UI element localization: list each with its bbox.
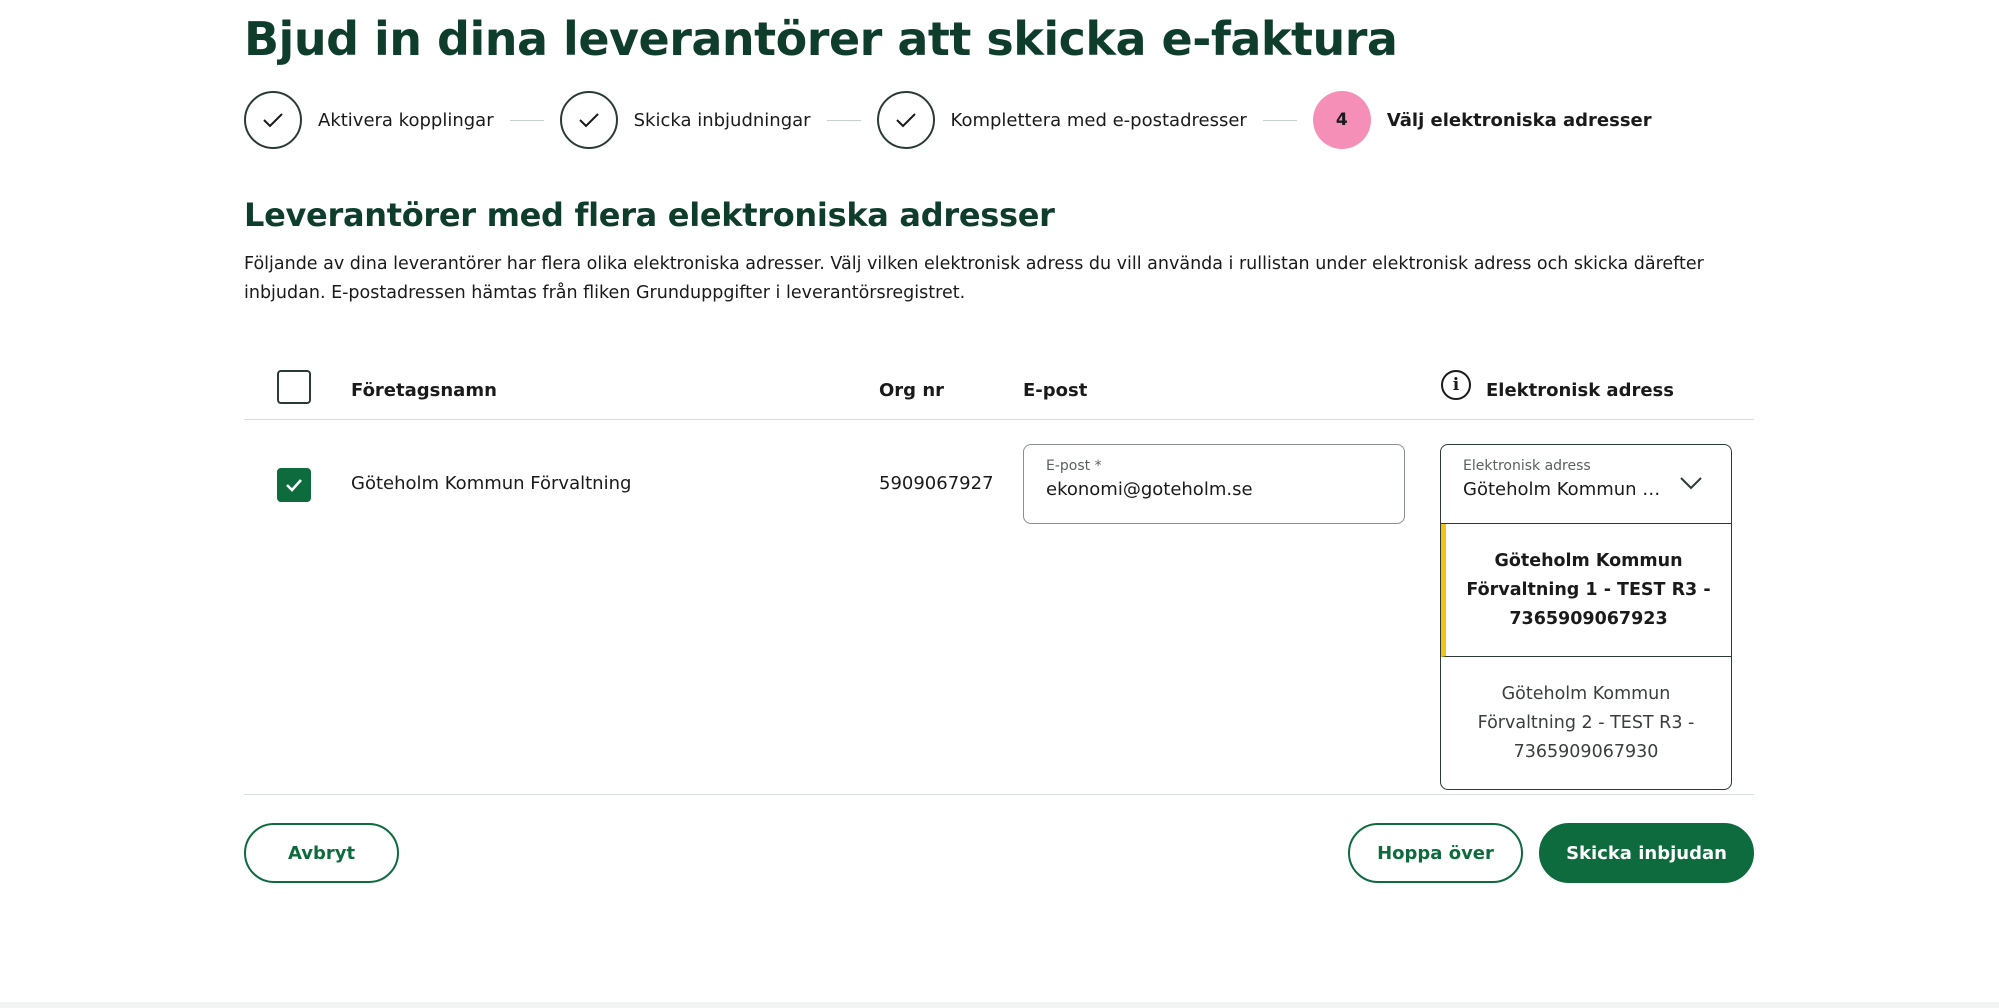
header-eaddress: Elektronisk adress [1486, 380, 1674, 401]
email-field[interactable]: E-post * ekonomi@goteholm.se [1023, 444, 1405, 524]
section-title: Leverantörer med flera elektroniska adre… [244, 196, 1055, 234]
eaddress-option-1[interactable]: Göteholm Kommun Förvaltning 1 - TEST R3 … [1441, 524, 1731, 657]
step-label: Aktivera kopplingar [318, 109, 494, 131]
check-icon [876, 91, 935, 149]
header-company: Företagsnamn [351, 380, 497, 401]
org-number: 5909067927 [879, 473, 994, 494]
section-description: Följande av dina leverantörer har flera … [244, 254, 1704, 303]
table-row: Göteholm Kommun Förvaltning 5909067927 E… [244, 421, 1754, 795]
step-3: Komplettera med e-postadresser [876, 91, 1247, 149]
chevron-down-icon [1680, 477, 1702, 490]
cancel-button[interactable]: Avbryt [244, 823, 399, 883]
header-email: E-post [1023, 380, 1088, 401]
step-1: Aktivera kopplingar [244, 91, 494, 149]
page-title: Bjud in dina leverantörer att skicka e-f… [244, 12, 1398, 66]
header-org: Org nr [879, 380, 945, 401]
email-field-value: ekonomi@goteholm.se [1046, 479, 1253, 500]
step-label: Skicka inbjudningar [633, 109, 811, 131]
step-label: Komplettera med e-postadresser [950, 109, 1247, 131]
eaddress-dropdown-trigger[interactable]: Elektronisk adress Göteholm Kommun F... [1441, 445, 1731, 524]
step-number-badge: 4 [1312, 91, 1371, 149]
info-icon[interactable]: i [1441, 370, 1471, 400]
skip-button[interactable]: Hoppa över [1348, 823, 1523, 883]
eaddress-label: Elektronisk adress [1463, 458, 1591, 474]
page: Bjud in dina leverantörer att skicka e-f… [0, 0, 1999, 1008]
stepper: Aktivera kopplingar Skicka inbjudningar … [244, 90, 1652, 150]
step-connector [1262, 119, 1297, 121]
send-invitation-button[interactable]: Skicka inbjudan [1539, 823, 1754, 883]
eaddress-dropdown[interactable]: Elektronisk adress Göteholm Kommun F... … [1440, 444, 1732, 790]
step-connector [509, 119, 544, 121]
eaddress-value: Göteholm Kommun F... [1463, 479, 1663, 500]
eaddress-option-2[interactable]: Göteholm Kommun Förvaltning 2 - TEST R3 … [1441, 657, 1731, 789]
company-name: Göteholm Kommun Förvaltning [351, 473, 632, 494]
select-all-checkbox[interactable] [277, 370, 311, 404]
checkmark-icon [286, 479, 302, 492]
email-field-label: E-post * [1046, 458, 1102, 474]
check-icon [559, 91, 618, 149]
row-checkbox[interactable] [277, 468, 311, 502]
step-4: 4 Välj elektroniska adresser [1312, 91, 1652, 149]
table-header: Företagsnamn Org nr E-post i Elektronisk… [244, 360, 1754, 420]
step-2: Skicka inbjudningar [559, 91, 811, 149]
step-label: Välj elektroniska adresser [1386, 109, 1652, 131]
check-icon [244, 91, 302, 149]
step-connector [826, 119, 861, 121]
footer-strip [0, 1002, 1999, 1008]
